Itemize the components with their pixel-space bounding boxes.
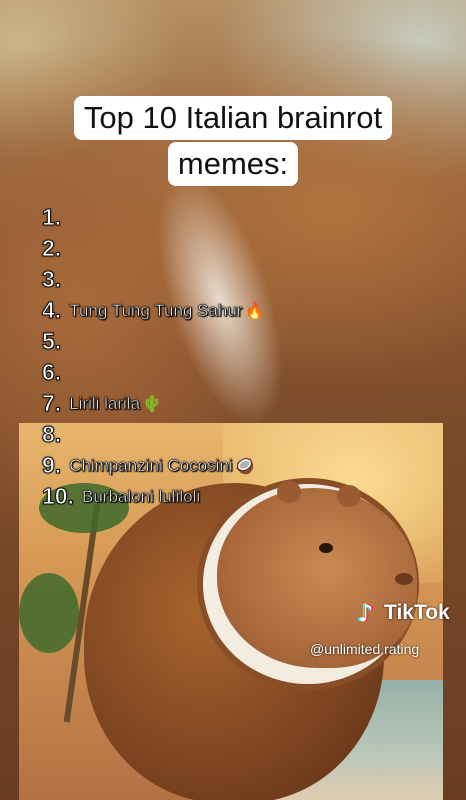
tiktok-note-icon: ♪ bbox=[358, 599, 374, 627]
list-number: 9. bbox=[41, 452, 62, 479]
list-number: 5. bbox=[41, 328, 62, 355]
list-number: 8. bbox=[41, 421, 62, 448]
list-number: 10. bbox=[42, 483, 75, 510]
list-number: 1. bbox=[41, 204, 62, 231]
list-item: 7. Lirili larila 🌵 bbox=[41, 390, 162, 417]
creator-handle: @unlimited.rating bbox=[310, 641, 420, 657]
list-item: 4. Tung Tung Tung Sahur 🔥 bbox=[41, 297, 265, 324]
title-line-2: memes: bbox=[167, 142, 299, 186]
coconut-icon: 🥥 bbox=[234, 456, 255, 475]
capybara-ear bbox=[337, 485, 361, 507]
cactus-icon: 🌵 bbox=[142, 394, 162, 413]
capybara-ear bbox=[277, 481, 301, 503]
title-line-2-box: memes: bbox=[0, 142, 466, 186]
list-number: 6. bbox=[41, 359, 62, 386]
list-item: 6. bbox=[41, 359, 69, 386]
list-number: 7. bbox=[41, 390, 62, 417]
list-number: 4. bbox=[41, 297, 62, 324]
list-label: Lirili larila bbox=[69, 393, 141, 413]
palm-leaves bbox=[19, 573, 79, 653]
fire-icon: 🔥 bbox=[244, 301, 265, 320]
title-line-1-box: Top 10 Italian brainrot bbox=[0, 96, 466, 140]
capybara-eye bbox=[319, 543, 333, 553]
list-label: Burbaloni luliloli bbox=[81, 486, 201, 506]
list-item: 2. bbox=[41, 235, 69, 262]
list-item: 1. bbox=[41, 204, 69, 231]
list-item: 5. bbox=[41, 328, 69, 355]
list-item: 10. Burbaloni luliloli bbox=[42, 483, 201, 510]
list-number: 3. bbox=[41, 266, 62, 293]
capybara-nose bbox=[395, 573, 413, 585]
tiktok-watermark: ♪ TikTok bbox=[358, 600, 450, 626]
title-line-1: Top 10 Italian brainrot bbox=[73, 96, 393, 140]
list-label: Chimpanzini Cocosini bbox=[69, 455, 233, 475]
list-item: 8. bbox=[41, 421, 69, 448]
list-item: 9. Chimpanzini Cocosini 🥥 bbox=[41, 452, 255, 479]
tiktok-brand: TikTok bbox=[384, 601, 450, 624]
list-label: Tung Tung Tung Sahur bbox=[69, 300, 243, 320]
list-item: 3. bbox=[41, 266, 69, 293]
list-number: 2. bbox=[41, 235, 62, 262]
